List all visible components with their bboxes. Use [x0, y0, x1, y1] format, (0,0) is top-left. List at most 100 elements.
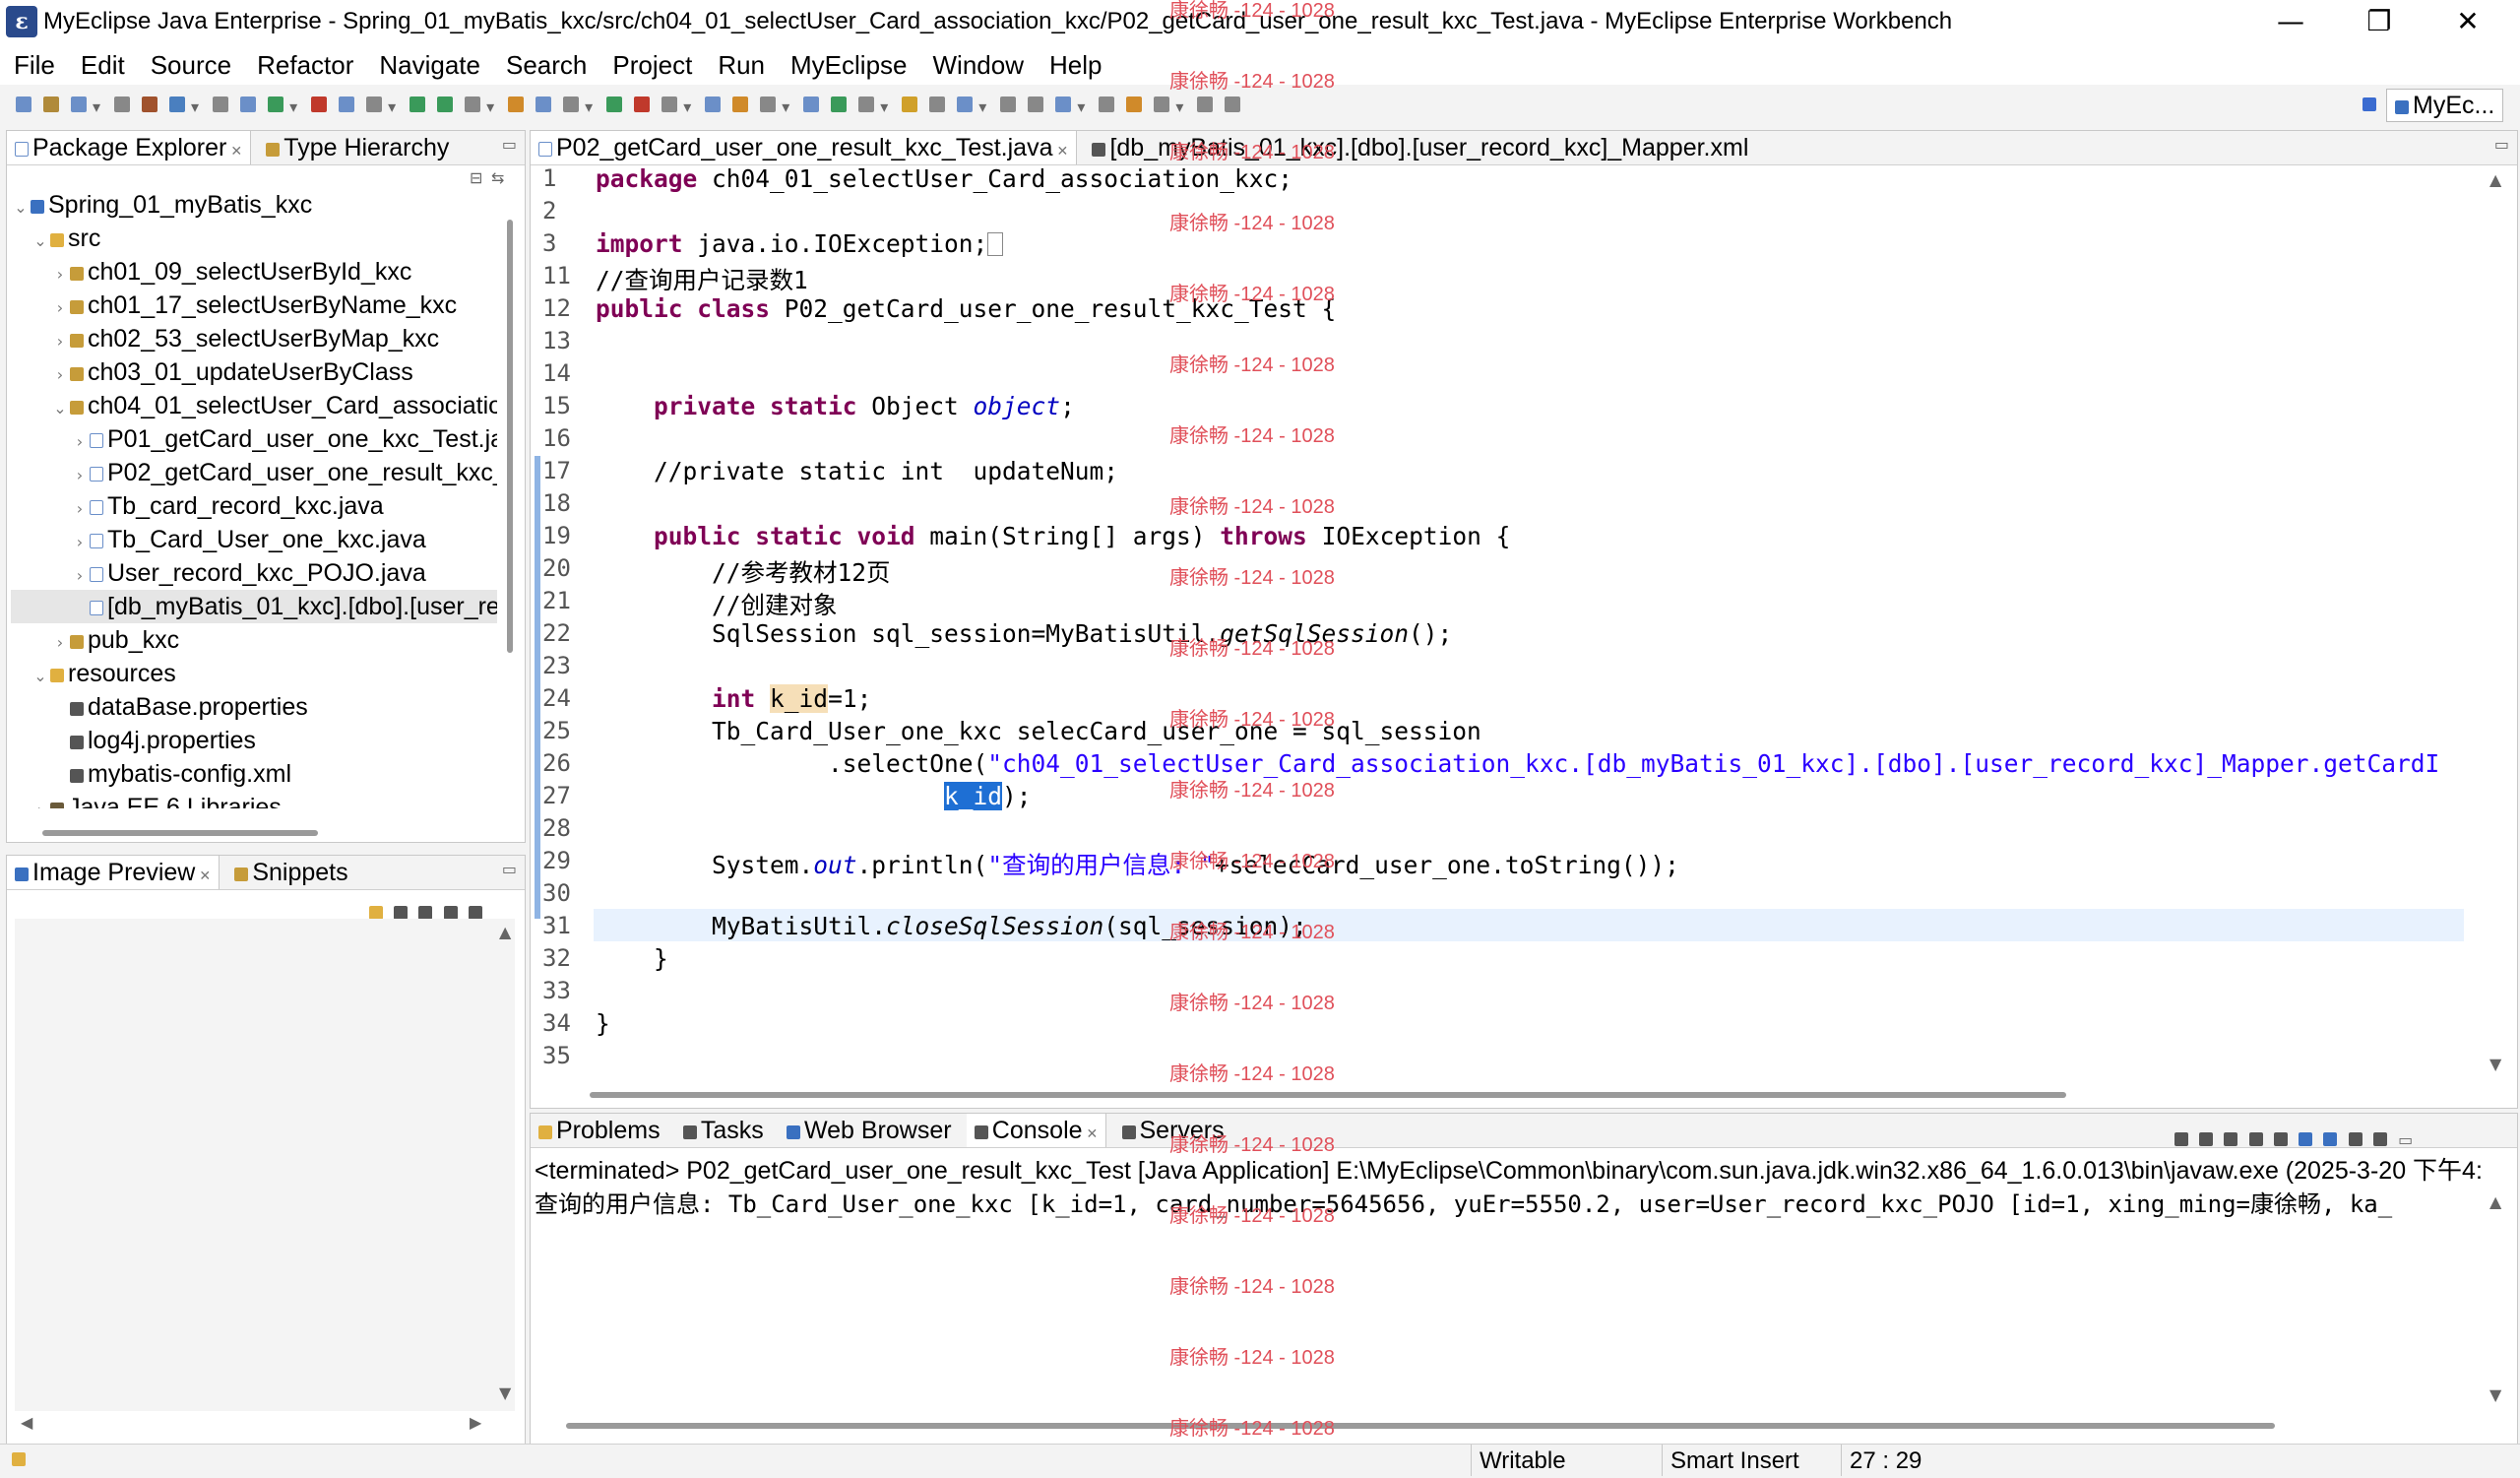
toolbar-button-icon[interactable]: [606, 96, 623, 112]
console-horizontal-scrollbar[interactable]: [566, 1423, 2275, 1429]
display-console-icon[interactable]: [2348, 1132, 2362, 1146]
tree-item[interactable]: › ch01_09_selectUserById_kxc: [11, 255, 497, 289]
dropdown-arrow-icon[interactable]: ▾: [683, 97, 691, 116]
toolbar-button-icon[interactable]: [508, 96, 525, 112]
zoom-in-icon[interactable]: [394, 906, 409, 920]
toolbar-button-icon[interactable]: [1028, 96, 1044, 112]
close-icon[interactable]: ✕: [1056, 144, 1068, 160]
perspective-myeclipse-button[interactable]: MyEc...: [2386, 89, 2504, 122]
link-editor-icon[interactable]: ⇆: [491, 168, 504, 187]
toolbar-button-icon[interactable]: [1055, 96, 1072, 112]
toolbar-button-icon[interactable]: [71, 96, 87, 112]
terminate-icon[interactable]: [2174, 1132, 2188, 1146]
zoom-out-icon[interactable]: [418, 906, 433, 920]
tab-image-preview[interactable]: Image Preview ✕: [7, 856, 220, 889]
collapsed-arrow-icon[interactable]: ›: [50, 258, 70, 291]
toolbar-button-icon[interactable]: [1197, 96, 1214, 112]
dropdown-arrow-icon[interactable]: ▾: [486, 97, 494, 116]
toolbar-button-icon[interactable]: [563, 96, 580, 112]
tree-item[interactable]: ⌄ src: [11, 222, 497, 255]
scroll-down-arrow-icon[interactable]: ▼: [2489, 1385, 2501, 1404]
toolbar-button-icon[interactable]: [732, 96, 749, 112]
tree-item[interactable]: › User_record_kxc_POJO.java: [11, 556, 497, 590]
tab-snippets[interactable]: Snippets: [226, 856, 355, 889]
console-output[interactable]: 查询的用户信息: Tb_Card_User_one_kxc [k_id=1, c…: [535, 1185, 2484, 1219]
scroll-up-arrow-icon[interactable]: ▲: [499, 923, 511, 941]
menu-help[interactable]: Help: [1049, 45, 1102, 85]
open-perspective-icon[interactable]: [2362, 97, 2376, 111]
tab-web-browser[interactable]: Web Browser: [779, 1114, 960, 1147]
editor-horizontal-scrollbar[interactable]: [590, 1092, 2066, 1098]
maximize-editor-icon[interactable]: ▭: [2494, 135, 2509, 154]
tree-item[interactable]: › P02_getCard_user_one_result_kxc_: [11, 456, 497, 489]
expanded-arrow-icon[interactable]: ⌄: [31, 660, 50, 693]
tree-horizontal-scrollbar[interactable]: [42, 830, 318, 836]
menu-source[interactable]: Source: [151, 45, 231, 85]
toolbar-button-icon[interactable]: [169, 96, 186, 112]
clear-console-icon[interactable]: [2248, 1132, 2263, 1146]
toolbar-button-icon[interactable]: [1154, 96, 1170, 112]
remove-all-icon[interactable]: [2224, 1132, 2238, 1146]
minimize-button[interactable]: —: [2246, 0, 2335, 45]
tree-item[interactable]: › Tb_Card_User_one_kxc.java: [11, 523, 497, 556]
scroll-down-arrow-icon[interactable]: ▼: [499, 1383, 511, 1402]
collapsed-arrow-icon[interactable]: ›: [50, 291, 70, 325]
dropdown-arrow-icon[interactable]: ▾: [1077, 97, 1085, 116]
close-button[interactable]: ✕: [2424, 0, 2512, 45]
tree-item[interactable]: › pub_kxc: [11, 623, 497, 657]
dropdown-arrow-icon[interactable]: ▾: [191, 97, 199, 116]
tree-item[interactable]: › P01_getCard_user_one_kxc_Test.ja: [11, 422, 497, 456]
toolbar-button-icon[interactable]: [410, 96, 426, 112]
collapsed-arrow-icon[interactable]: ›: [31, 794, 50, 808]
toolbar-button-icon[interactable]: [858, 96, 875, 112]
toolbar-button-icon[interactable]: [705, 96, 722, 112]
remove-launch-icon[interactable]: [2199, 1132, 2214, 1146]
toolbar-button-icon[interactable]: [902, 96, 918, 112]
toolbar-button-icon[interactable]: [536, 96, 552, 112]
collapsed-arrow-icon[interactable]: ›: [70, 459, 90, 492]
toolbar-button-icon[interactable]: [1225, 96, 1241, 112]
collapsed-arrow-icon[interactable]: ›: [70, 425, 90, 459]
scroll-left-arrow-icon[interactable]: ◀: [21, 1413, 32, 1432]
expanded-arrow-icon[interactable]: ⌄: [11, 191, 31, 225]
scroll-down-arrow-icon[interactable]: ▼: [2489, 1055, 2501, 1073]
minimize-view-icon[interactable]: ▭: [2398, 1130, 2413, 1149]
tree-item[interactable]: ⌄ Spring_01_myBatis_kxc: [11, 188, 497, 222]
scroll-up-arrow-icon[interactable]: ▲: [2489, 170, 2501, 189]
tab-type-hierarchy[interactable]: Type Hierarchy: [258, 131, 457, 164]
dropdown-arrow-icon[interactable]: ▾: [289, 97, 297, 116]
folded-imports-icon[interactable]: [987, 232, 1004, 256]
toolbar-button-icon[interactable]: [1126, 96, 1143, 112]
toolbar-button-icon[interactable]: [437, 96, 454, 112]
menu-search[interactable]: Search: [506, 45, 587, 85]
dropdown-arrow-icon[interactable]: ▾: [782, 97, 789, 116]
menu-file[interactable]: File: [14, 45, 55, 85]
collapsed-arrow-icon[interactable]: ›: [70, 559, 90, 593]
code-editor[interactable]: 1 2 3 11 12 13 14 15 16 17 18 19 20 21 22 23 24 25 26 27 28 2…: [536, 164, 2466, 1070]
scroll-lock-icon[interactable]: [2273, 1132, 2288, 1146]
open-console-icon[interactable]: [2372, 1132, 2387, 1146]
toolbar-button-icon[interactable]: [240, 96, 257, 112]
menu-navigate[interactable]: Navigate: [379, 45, 480, 85]
toolbar-button-icon[interactable]: [831, 96, 848, 112]
tree-item[interactable]: › ch03_01_updateUserByClass: [11, 355, 497, 389]
menu-project[interactable]: Project: [612, 45, 692, 85]
toolbar-button-icon[interactable]: [43, 96, 59, 112]
dropdown-arrow-icon[interactable]: ▾: [1175, 97, 1183, 116]
close-icon[interactable]: ✕: [230, 144, 242, 160]
minimize-view-icon[interactable]: ▭: [502, 860, 517, 878]
scroll-right-arrow-icon[interactable]: ▶: [470, 1413, 481, 1432]
collapsed-arrow-icon[interactable]: ›: [50, 358, 70, 392]
toolbar-button-icon[interactable]: [142, 96, 158, 112]
dropdown-arrow-icon[interactable]: ▾: [880, 97, 888, 116]
tab-package-explorer[interactable]: Package Explorer ✕: [7, 131, 252, 164]
toolbar-button-icon[interactable]: [957, 96, 974, 112]
menu-refactor[interactable]: Refactor: [257, 45, 353, 85]
collapsed-arrow-icon[interactable]: ›: [50, 325, 70, 358]
tree-item[interactable]: ⌄ ch04_01_selectUser_Card_associatio: [11, 389, 497, 422]
tree-item[interactable]: ⌄ resources: [11, 657, 497, 690]
tree-item[interactable]: dataBase.properties: [11, 690, 497, 724]
tree-item[interactable]: › Java EE 6 Libraries: [11, 791, 497, 808]
close-icon[interactable]: ✕: [199, 868, 211, 884]
tab-p02-java[interactable]: P02_getCard_user_one_result_kxc_Test.jav…: [531, 131, 1078, 164]
